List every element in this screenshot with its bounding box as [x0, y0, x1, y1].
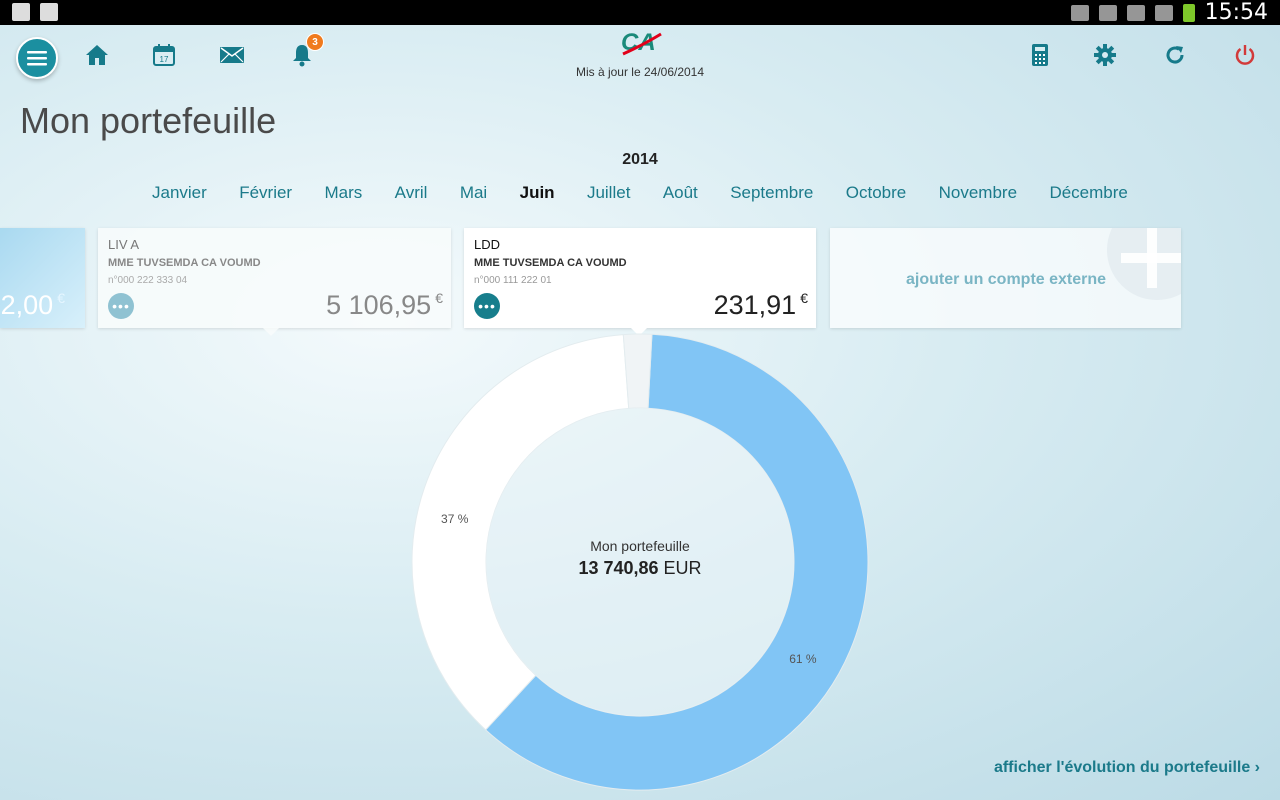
- month-selector: Janvier Février Mars Avril Mai Juin Juillet Aoû…: [150, 183, 1130, 203]
- wifi-icon: [1126, 4, 1145, 21]
- slice-label-0: 61 %: [789, 652, 817, 667]
- month-5[interactable]: Juin: [518, 183, 557, 203]
- home-button[interactable]: [81, 39, 113, 71]
- account-card-partial[interactable]: 02,00€: [0, 228, 85, 328]
- month-3[interactable]: Avril: [393, 183, 430, 203]
- show-evolution-link[interactable]: afficher l'évolution du portefeuille ›: [994, 759, 1260, 777]
- month-1[interactable]: Février: [237, 183, 294, 203]
- account-amount: 5 106,95 €: [326, 290, 443, 320]
- add-account-label: ajouter un compte externe: [906, 271, 1107, 288]
- home-icon: [86, 45, 108, 65]
- logout-button[interactable]: [1229, 39, 1261, 71]
- plus-icon-background: [1107, 228, 1181, 300]
- refresh-button[interactable]: [1159, 39, 1191, 71]
- gear-icon: [1094, 44, 1116, 66]
- settings-button[interactable]: [1089, 39, 1121, 71]
- page-title: Mon portefeuille: [20, 100, 277, 141]
- add-external-account-card[interactable]: ajouter un compte externe: [830, 228, 1181, 328]
- refresh-icon: [1166, 46, 1184, 64]
- battery-icon: [1182, 3, 1195, 22]
- signal-icon: [1154, 4, 1173, 21]
- image-icon: [40, 3, 58, 21]
- credit-agricole-logo: CA: [621, 29, 662, 56]
- messages-button[interactable]: [216, 39, 248, 71]
- status-time: 15:54: [1204, 0, 1268, 25]
- card-pointer: [262, 327, 280, 336]
- calculator-icon: [1032, 44, 1048, 66]
- more-options-button[interactable]: •••: [108, 293, 134, 319]
- menu-button[interactable]: [16, 37, 58, 79]
- portfolio-total: 13 740,86 EUR: [578, 558, 702, 578]
- more-options-button[interactable]: •••: [474, 293, 500, 319]
- month-4[interactable]: Mai: [458, 183, 489, 203]
- calendar-icon: 17: [153, 44, 175, 66]
- donut-slice-2: [622, 333, 653, 409]
- account-type: LIV A: [108, 237, 140, 252]
- month-10[interactable]: Novembre: [937, 183, 1019, 203]
- status-bar: 15:54: [0, 0, 1280, 25]
- hamburger-icon: [27, 51, 47, 66]
- mail-icon: [220, 47, 244, 63]
- month-0[interactable]: Janvier: [150, 183, 209, 203]
- account-number: n°000 222 333 04: [108, 275, 188, 286]
- account-type: LDD: [474, 237, 501, 252]
- donut-center: Mon portefeuille 13 740,86 EUR: [540, 538, 740, 579]
- notification-badge: 3: [306, 33, 324, 51]
- power-icon: [1235, 45, 1255, 65]
- donut-center-label: Mon portefeuille: [590, 538, 690, 554]
- account-card-ldd[interactable]: LDD MME TUVSEMDA CA VOUMD n°000 111 222 …: [464, 228, 816, 336]
- document-icon: [12, 3, 30, 21]
- account-card-livret-a[interactable]: LIV A MME TUVSEMDA CA VOUMD n°000 222 33…: [98, 228, 451, 336]
- calendar-button[interactable]: 17: [148, 39, 180, 71]
- account-amount: 02,00€: [0, 290, 65, 320]
- month-8[interactable]: Septembre: [728, 183, 815, 203]
- account-owner: MME TUVSEMDA CA VOUMD: [108, 257, 261, 269]
- month-2[interactable]: Mars: [323, 183, 365, 203]
- last-updated: Mis à jour le 24/06/2014: [575, 65, 705, 79]
- month-6[interactable]: Juillet: [585, 183, 632, 203]
- account-owner: MME TUVSEMDA CA VOUMD: [474, 257, 627, 269]
- month-11[interactable]: Décembre: [1047, 183, 1129, 203]
- slice-label-1: 37 %: [441, 511, 469, 526]
- account-number: n°000 111 222 01: [474, 275, 552, 286]
- year-label: 2014: [622, 151, 658, 168]
- calculator-button[interactable]: [1024, 39, 1056, 71]
- mute-icon: [1098, 4, 1117, 21]
- notifications-button[interactable]: 3: [286, 33, 324, 71]
- top-toolbar: 17 3 CA Mis à jour le 24/06/2014: [0, 25, 1280, 85]
- account-amount: 231,91 €: [713, 290, 808, 320]
- month-9[interactable]: Octobre: [844, 183, 908, 203]
- calendar-day: 17: [160, 55, 169, 64]
- month-7[interactable]: Août: [661, 183, 700, 203]
- eye-icon: [1070, 4, 1089, 21]
